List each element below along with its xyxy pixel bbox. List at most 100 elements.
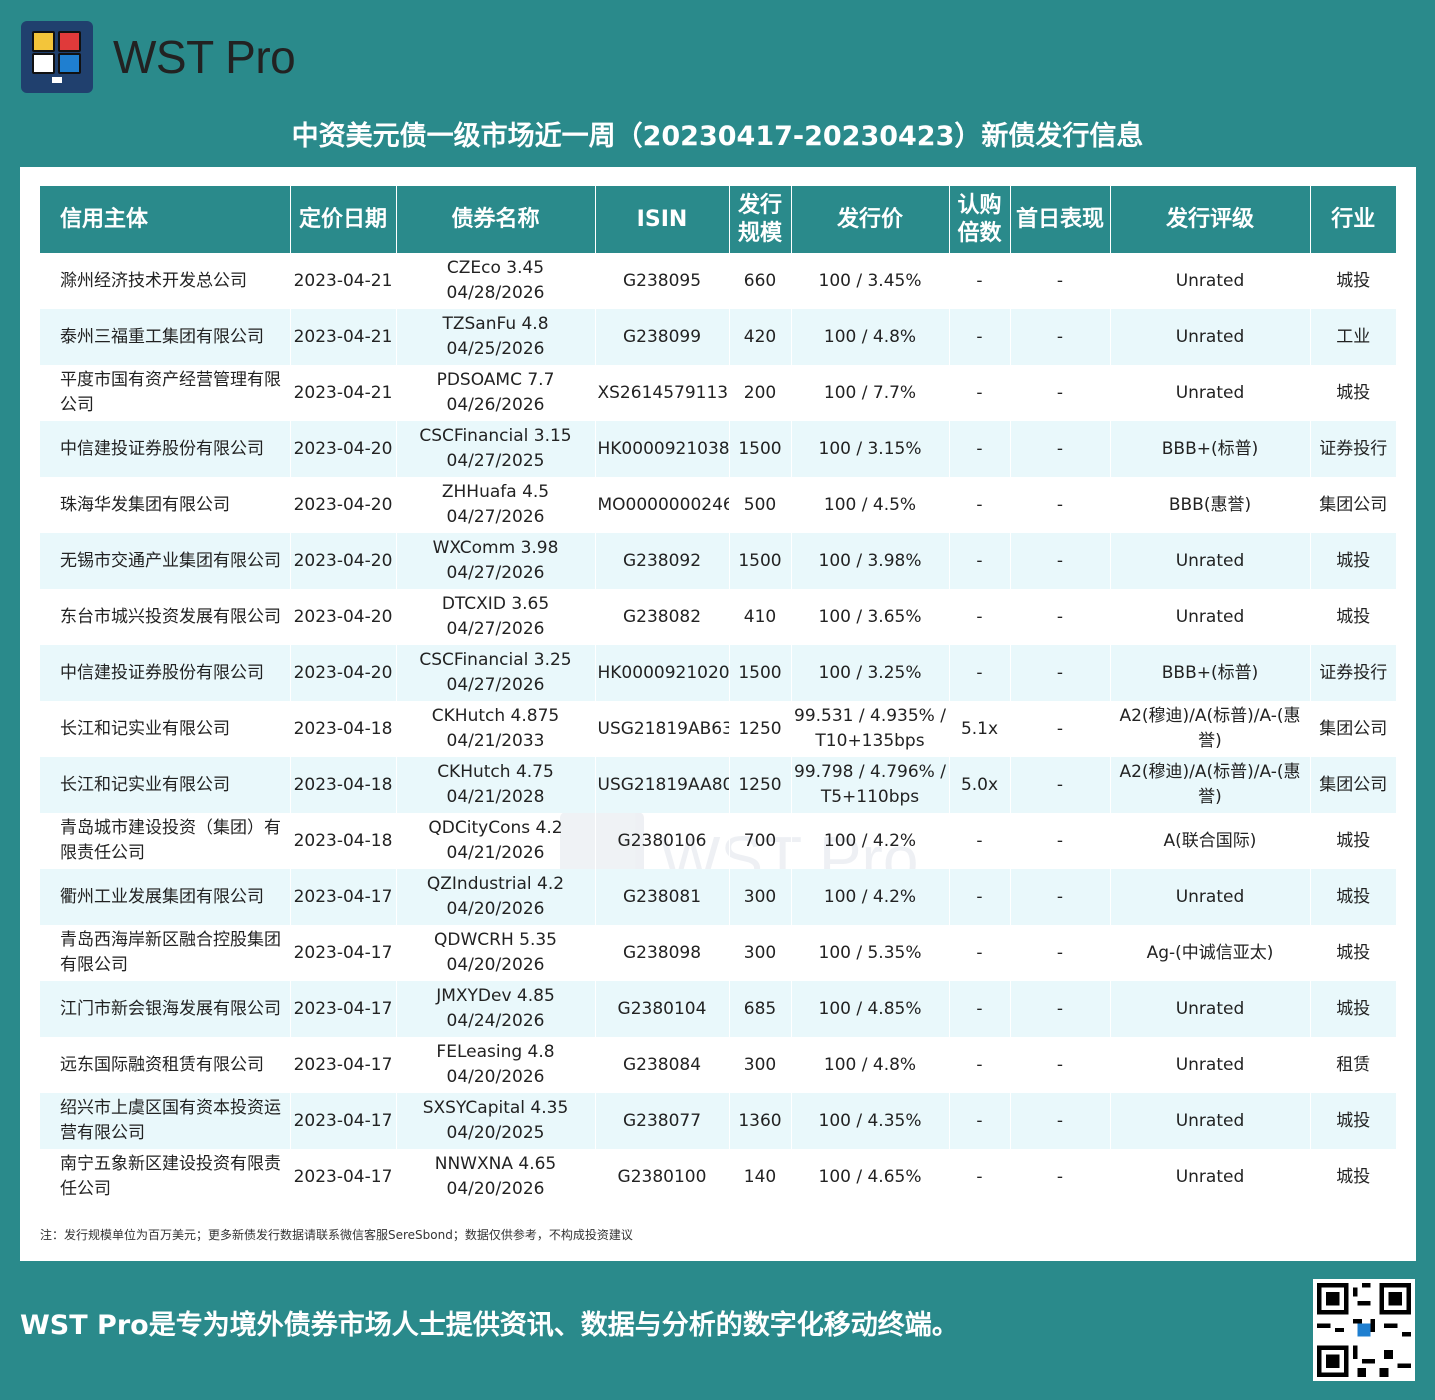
issuer-cell: 东台市城兴投资发展有限公司 — [60, 606, 281, 627]
isin-cell: G238084 — [594, 1037, 729, 1093]
table-row: 江门市新会银海发展有限公司 2023-04-17 JMXYDev 4.85 04/2… — [40, 981, 1396, 1037]
coverage-cell: - — [948, 421, 1010, 477]
table-row: 中信建投证券股份有限公司 2023-04-20 CSCFinancial 3.25 … — [40, 645, 1396, 701]
rating-cell: Unrated — [1109, 869, 1310, 925]
isin-cell: G238098 — [594, 925, 729, 981]
coverage-cell: - — [948, 869, 1010, 925]
col-header-rating: 发行评级 — [1109, 186, 1310, 253]
first-day-cell: - — [1009, 869, 1110, 925]
bond-name-cell: QDWCRH 5.35 04/20/2026 — [395, 925, 595, 981]
first-day-cell: - — [1009, 365, 1110, 421]
price-cell: 100 / 3.98% — [790, 533, 949, 589]
issuer-cell: 长江和记实业有限公司 — [60, 718, 230, 739]
issuer-cell: 中信建投证券股份有限公司 — [40, 421, 290, 477]
price-cell: 100 / 4.85% — [790, 981, 949, 1037]
coverage-cell: - — [948, 309, 1010, 365]
coverage-cell: - — [948, 533, 1010, 589]
table-row: 绍兴市上虞区国有资本投资运营有限公司 2023-04-17 SXSYCapital … — [40, 1093, 1396, 1149]
industry-cell: 城投 — [1309, 869, 1396, 925]
issuer-cell: 青岛西海岸新区融合控股集团有限公司 — [60, 930, 281, 975]
industry-cell: 工业 — [1309, 309, 1396, 365]
wst-pro-logo-icon — [21, 21, 93, 93]
industry-cell: 证券投行 — [1309, 645, 1396, 701]
rating-cell: BBB(惠誉) — [1109, 477, 1310, 533]
tagline: WST Pro是专为境外债券市场人士提供资讯、数据与分析的数字化移动终端。 — [20, 1310, 959, 1341]
coverage-cell: - — [948, 981, 1010, 1037]
issuer-cell: 中信建投证券股份有限公司 — [40, 645, 290, 701]
pricing-date-cell: 2023-04-17 — [289, 1037, 396, 1093]
issuer-cell: 无锡市交通产业集团有限公司 — [40, 533, 290, 589]
rating-cell: Unrated — [1109, 253, 1310, 309]
bond-name-cell: CZEco 3.45 04/28/2026 — [395, 253, 595, 309]
first-day-cell: - — [1009, 421, 1110, 477]
pricing-date-cell: 2023-04-17 — [289, 925, 396, 981]
rating-cell: Unrated — [1109, 981, 1310, 1037]
industry-cell: 城投 — [1309, 813, 1396, 869]
col-header-industry: 行业 — [1309, 186, 1396, 253]
price-cell: 100 / 5.35% — [790, 925, 949, 981]
bond-name-cell: NNWXNA 4.65 04/20/2026 — [395, 1149, 595, 1205]
issuer-cell: 泰州三福重工集团有限公司 — [40, 309, 290, 365]
table-row: 东台市城兴投资发展有限公司 2023-04-20 DTCXID 3.65 04/27… — [40, 589, 1396, 645]
issuer-cell: 远东国际融资租赁有限公司 — [60, 1054, 264, 1075]
price-cell: 100 / 3.25% — [790, 645, 949, 701]
price-cell: 100 / 3.15% — [790, 421, 949, 477]
issuer-cell: 滁州经济技术开发总公司 — [60, 270, 247, 291]
pricing-date-cell: 2023-04-21 — [289, 365, 396, 421]
bond-name-cell: SXSYCapital 4.35 04/20/2025 — [395, 1093, 595, 1149]
col-header-price: 发行价 — [790, 186, 949, 253]
col-header-first-day: 首日表现 — [1009, 186, 1110, 253]
issuer-cell: 青岛城市建设投资（集团）有限责任公司 — [60, 818, 281, 863]
coverage-cell: - — [948, 1149, 1010, 1205]
col-header-issuer: 信用主体 — [40, 186, 290, 253]
pricing-date-cell: 2023-04-17 — [289, 1149, 396, 1205]
isin-cell: USG21819AA80 — [594, 757, 729, 813]
industry-cell: 城投 — [1309, 1093, 1396, 1149]
coverage-cell: - — [948, 1093, 1010, 1149]
rating-cell: Unrated — [1109, 533, 1310, 589]
first-day-cell: - — [1009, 757, 1110, 813]
price-cell: 100 / 4.8% — [790, 1037, 949, 1093]
rating-cell: BBB+(标普) — [1109, 421, 1310, 477]
industry-cell: 城投 — [1309, 1149, 1396, 1205]
first-day-cell: - — [1009, 1149, 1110, 1205]
pricing-date-cell: 2023-04-20 — [289, 589, 396, 645]
first-day-cell: - — [1009, 253, 1110, 309]
coverage-cell: - — [948, 645, 1010, 701]
first-day-cell: - — [1009, 309, 1110, 365]
industry-cell: 集团公司 — [1309, 701, 1396, 757]
price-cell: 100 / 4.5% — [790, 477, 949, 533]
isin-cell: MO0000000246 — [594, 477, 729, 533]
size-cell: 500 — [728, 477, 791, 533]
pricing-date-cell: 2023-04-17 — [289, 869, 396, 925]
first-day-cell: - — [1009, 589, 1110, 645]
first-day-cell: - — [1009, 981, 1110, 1037]
rating-cell: A(联合国际) — [1109, 813, 1310, 869]
price-cell: 99.798 / 4.796% / T5+110bps — [790, 757, 949, 813]
rating-cell: Ag-(中诚信亚太) — [1109, 925, 1310, 981]
col-header-bond-name: 债券名称 — [395, 186, 595, 253]
table-header-row: 信用主体 定价日期 债券名称 ISIN 发行规模 发行价 认购倍数 首日表现 发… — [40, 186, 1396, 253]
pricing-date-cell: 2023-04-18 — [289, 757, 396, 813]
isin-cell: G238082 — [594, 589, 729, 645]
bond-name-cell: CKHutch 4.875 04/21/2033 — [395, 701, 595, 757]
bond-name-cell: WXComm 3.98 04/27/2026 — [395, 533, 595, 589]
isin-cell: G238081 — [594, 869, 729, 925]
page-title: 中资美元债一级市场近一周（20230417-20230423）新债发行信息 — [291, 121, 1144, 152]
table-row: 珠海华发集团有限公司 2023-04-20 ZHHuafa 4.5 04/27/20… — [40, 477, 1396, 533]
price-cell: 100 / 7.7% — [790, 365, 949, 421]
price-cell: 100 / 4.35% — [790, 1093, 949, 1149]
price-cell: 100 / 4.2% — [790, 813, 949, 869]
industry-cell: 城投 — [1309, 925, 1396, 981]
isin-cell: G2380106 — [594, 813, 729, 869]
price-cell: 100 / 4.8% — [790, 309, 949, 365]
industry-cell: 集团公司 — [1309, 757, 1396, 813]
pricing-date-cell: 2023-04-20 — [289, 533, 396, 589]
table-row: 平度市国有资产经营管理有限公司 2023-04-21 PDSOAMC 7.7 04/… — [40, 365, 1396, 421]
isin-cell: G238095 — [594, 253, 729, 309]
industry-cell: 集团公司 — [1309, 477, 1396, 533]
bond-name-cell: TZSanFu 4.8 04/25/2026 — [395, 309, 595, 365]
qr-code-icon — [1313, 1279, 1415, 1381]
isin-cell: G2380100 — [594, 1149, 729, 1205]
industry-cell: 租赁 — [1309, 1037, 1396, 1093]
